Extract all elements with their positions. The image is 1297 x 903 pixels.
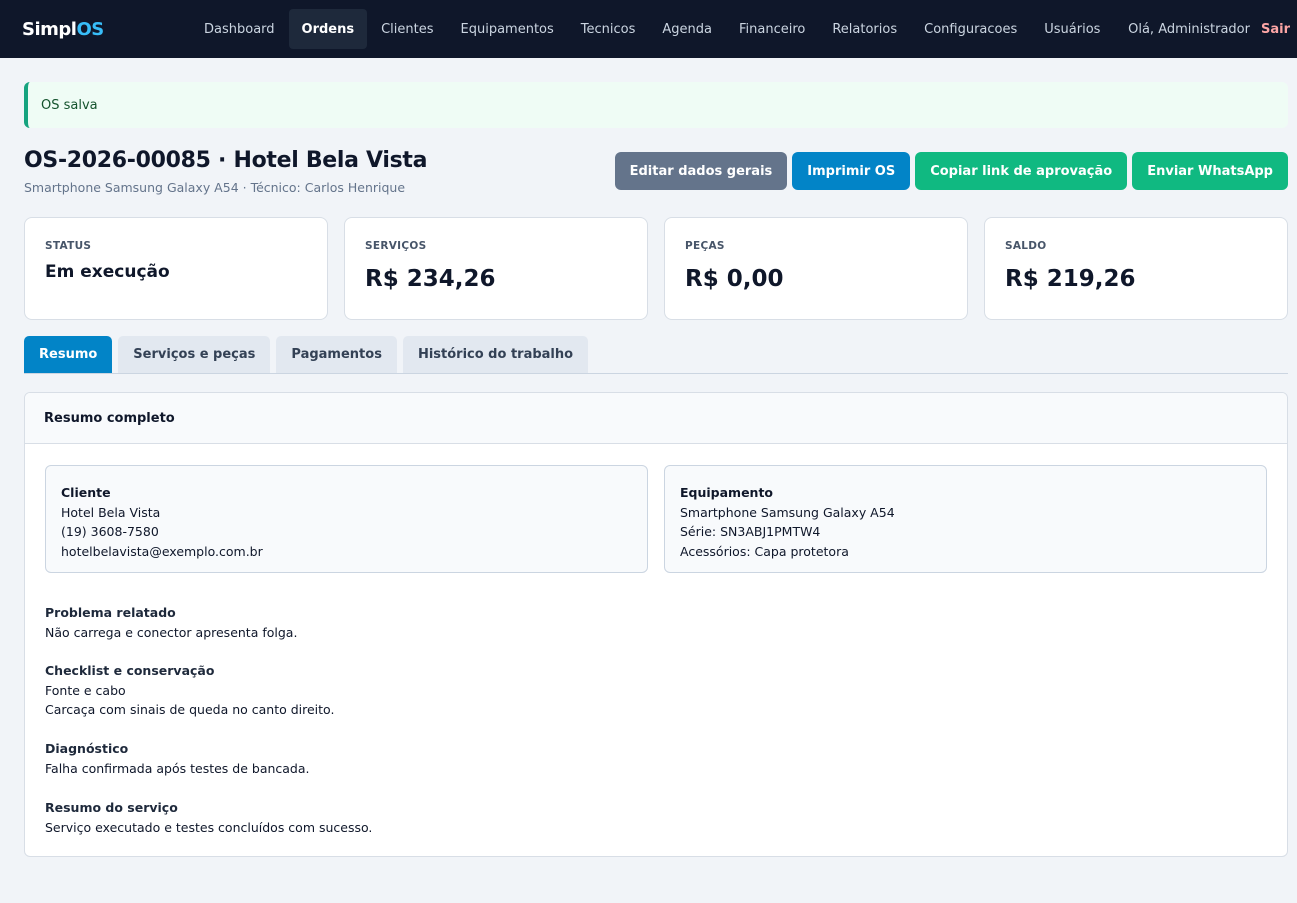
app-logo[interactable]: SimplOS: [22, 19, 104, 40]
page-subtitle: Smartphone Samsung Galaxy A54 · Técnico:…: [24, 180, 406, 195]
panel-title: Resumo completo: [25, 393, 1287, 444]
problem-heading: Problema relatado: [45, 605, 176, 620]
parts-card-label: PEÇAS: [685, 240, 725, 252]
tab-pagamentos[interactable]: Pagamentos: [276, 336, 397, 373]
diagnosis-text: Falha confirmada após testes de bancada.: [45, 760, 310, 776]
balance-card: SALDO R$ 219,26: [984, 217, 1288, 320]
user-area: Olá, Administrador Sair: [1128, 0, 1290, 58]
copy-approval-link-button[interactable]: Copiar link de aprovação: [915, 152, 1128, 190]
nav-item-relatorios[interactable]: Relatorios: [819, 9, 910, 49]
checklist-line-1: Fonte e cabo: [45, 682, 126, 698]
tabs: Resumo Serviços e peças Pagamentos Histó…: [24, 336, 1288, 374]
services-card: SERVIÇOS R$ 234,26: [344, 217, 648, 320]
service-summary-text: Serviço executado e testes concluídos co…: [45, 819, 373, 835]
services-card-label: SERVIÇOS: [365, 240, 427, 252]
logout-link[interactable]: Sair: [1261, 22, 1290, 37]
diagnosis-section: Diagnóstico Falha confirmada após testes…: [45, 739, 310, 778]
header-actions: Editar dados gerais Imprimir OS Copiar l…: [610, 152, 1288, 190]
nav-item-equipamentos[interactable]: Equipamentos: [448, 9, 567, 49]
nav-item-agenda[interactable]: Agenda: [649, 9, 725, 49]
equipment-box: Equipamento Smartphone Samsung Galaxy A5…: [664, 465, 1267, 573]
nav-item-dashboard[interactable]: Dashboard: [191, 9, 288, 49]
balance-card-value: R$ 219,26: [1005, 266, 1136, 292]
summary-panel: Resumo completo Cliente Hotel Bela Vista…: [24, 392, 1288, 857]
success-alert: OS salva: [24, 82, 1288, 128]
problem-section: Problema relatado Não carrega e conector…: [45, 603, 297, 642]
send-whatsapp-button[interactable]: Enviar WhatsApp: [1132, 152, 1288, 190]
top-navbar: SimplOS Dashboard Ordens Clientes Equipa…: [0, 0, 1297, 58]
nav-item-tecnicos[interactable]: Tecnicos: [568, 9, 649, 49]
status-card: STATUS Em execução: [24, 217, 328, 320]
alert-message: OS salva: [41, 97, 98, 113]
user-greeting: Olá, Administrador: [1128, 21, 1250, 37]
nav-item-configuracoes[interactable]: Configuracoes: [911, 9, 1030, 49]
tab-servicos-pecas[interactable]: Serviços e peças: [118, 336, 271, 373]
equipment-accessories: Acessórios: Capa protetora: [680, 543, 849, 559]
service-summary-heading: Resumo do serviço: [45, 800, 178, 815]
equipment-serial: Série: SN3ABJ1PMTW4: [680, 524, 821, 539]
print-os-button[interactable]: Imprimir OS: [792, 152, 911, 190]
checklist-line-2: Carcaça com sinais de queda no canto dir…: [45, 702, 335, 717]
services-card-value: R$ 234,26: [365, 266, 496, 292]
status-card-value: Em execução: [45, 262, 170, 282]
parts-card-value: R$ 0,00: [685, 266, 784, 292]
diagnosis-heading: Diagnóstico: [45, 741, 129, 756]
equipment-model: Smartphone Samsung Galaxy A54: [680, 504, 895, 520]
main-nav: Dashboard Ordens Clientes Equipamentos T…: [191, 9, 1114, 49]
parts-card: PEÇAS R$ 0,00: [664, 217, 968, 320]
edit-general-data-button[interactable]: Editar dados gerais: [614, 152, 788, 190]
nav-item-usuarios[interactable]: Usuários: [1031, 9, 1113, 49]
problem-text: Não carrega e conector apresenta folga.: [45, 624, 298, 640]
checklist-section: Checklist e conservação Fonte e cabo Car…: [45, 661, 334, 720]
nav-item-financeiro[interactable]: Financeiro: [726, 9, 818, 49]
checklist-heading: Checklist e conservação: [45, 663, 215, 678]
tab-historico[interactable]: Histórico do trabalho: [402, 336, 589, 373]
nav-item-ordens[interactable]: Ordens: [288, 9, 368, 49]
client-box: Cliente Hotel Bela Vista (19) 3608-7580 …: [45, 465, 648, 573]
page-title: OS-2026-00085 · Hotel Bela Vista: [24, 148, 428, 173]
status-card-label: STATUS: [45, 240, 92, 252]
client-phone: (19) 3608-7580: [61, 524, 159, 539]
client-email: hotelbelavista@exemplo.com.br: [61, 543, 263, 559]
nav-item-clientes[interactable]: Clientes: [368, 9, 446, 49]
service-summary-section: Resumo do serviço Serviço executado e te…: [45, 798, 372, 837]
client-heading: Cliente: [61, 485, 111, 500]
balance-card-label: SALDO: [1005, 240, 1047, 252]
equipment-heading: Equipamento: [680, 485, 774, 500]
client-name: Hotel Bela Vista: [61, 504, 161, 520]
tab-resumo[interactable]: Resumo: [24, 336, 113, 373]
